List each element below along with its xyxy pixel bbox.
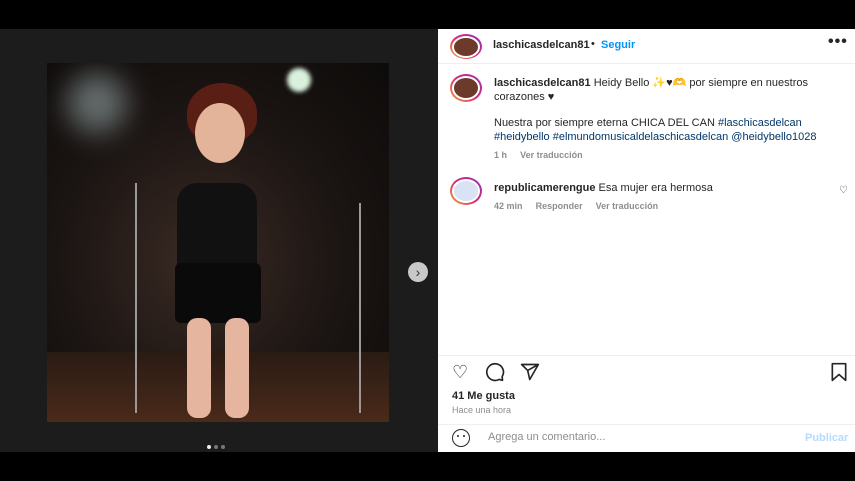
reply-link[interactable]: Responder (536, 201, 583, 211)
performer-skirt (175, 263, 261, 323)
carousel-indicator (207, 445, 225, 449)
mic-stand (135, 183, 137, 413)
hashtag-link[interactable]: #heidybello (494, 131, 550, 143)
mic-stand (359, 203, 361, 413)
post-sidebar: laschicasdelcan81 • Seguir ••• laschicas… (438, 29, 855, 452)
caption-username[interactable]: laschicasdelcan81 (494, 77, 591, 89)
carousel-dot (214, 445, 218, 449)
caption-time[interactable]: 1 h (494, 150, 507, 160)
comment-text: Esa mujer era hermosa (598, 182, 713, 194)
commenter-username[interactable]: republicamerengue (494, 182, 595, 194)
post-caption: laschicasdelcan81 Heidy Bello ✨♥🫶 por si… (494, 76, 834, 162)
next-slide-button[interactable]: › (408, 262, 428, 282)
caption-text-2: Nuestra por siempre eterna CHICA DEL CAN (494, 117, 715, 129)
post-header: laschicasdelcan81 • Seguir ••• (438, 29, 855, 64)
separator: • (591, 38, 595, 50)
comment-input[interactable] (486, 430, 790, 444)
likes-count[interactable]: 41 Me gusta (452, 390, 515, 402)
send-icon[interactable] (520, 362, 540, 387)
author-avatar[interactable] (450, 34, 482, 59)
emoji-icon[interactable] (452, 429, 470, 447)
publish-button[interactable]: Publicar (805, 432, 848, 444)
performer-leg (225, 318, 249, 418)
author-username[interactable]: laschicasdelcan81 (493, 39, 590, 51)
hashtag-link[interactable]: #elmundomusicaldelaschicasdelcan (553, 131, 729, 143)
spotlight (287, 68, 311, 92)
comment-icon[interactable] (485, 362, 505, 387)
media-panel: › (0, 29, 438, 452)
carousel-dot (221, 445, 225, 449)
comment-composer: Publicar (438, 424, 855, 453)
like-comment-icon[interactable]: ♡ (839, 185, 848, 196)
post-photo[interactable] (47, 63, 389, 422)
caption-avatar[interactable] (450, 74, 482, 102)
bookmark-icon[interactable] (830, 362, 848, 387)
translate-link[interactable]: Ver traducción (596, 201, 659, 211)
heart-icon[interactable]: ♡ (452, 362, 468, 383)
comment-time: 42 min (494, 201, 523, 211)
stage-light (67, 73, 127, 133)
stage-floor (47, 352, 389, 422)
translate-link[interactable]: Ver traducción (520, 150, 583, 160)
carousel-dot-active (207, 445, 211, 449)
mention-link[interactable]: @heidybello1028 (731, 131, 816, 143)
more-options-icon[interactable]: ••• (828, 33, 848, 51)
commenter-avatar[interactable] (450, 177, 482, 205)
performer-head (195, 103, 245, 163)
follow-button[interactable]: Seguir (601, 39, 635, 51)
posted-time: Hace una hora (452, 405, 512, 415)
action-bar: ♡ (438, 355, 855, 386)
performer-leg (187, 318, 211, 418)
comment-item: republicamerengue Esa mujer era hermosa … (494, 181, 824, 213)
hashtag-link[interactable]: #laschicasdelcan (718, 117, 802, 129)
